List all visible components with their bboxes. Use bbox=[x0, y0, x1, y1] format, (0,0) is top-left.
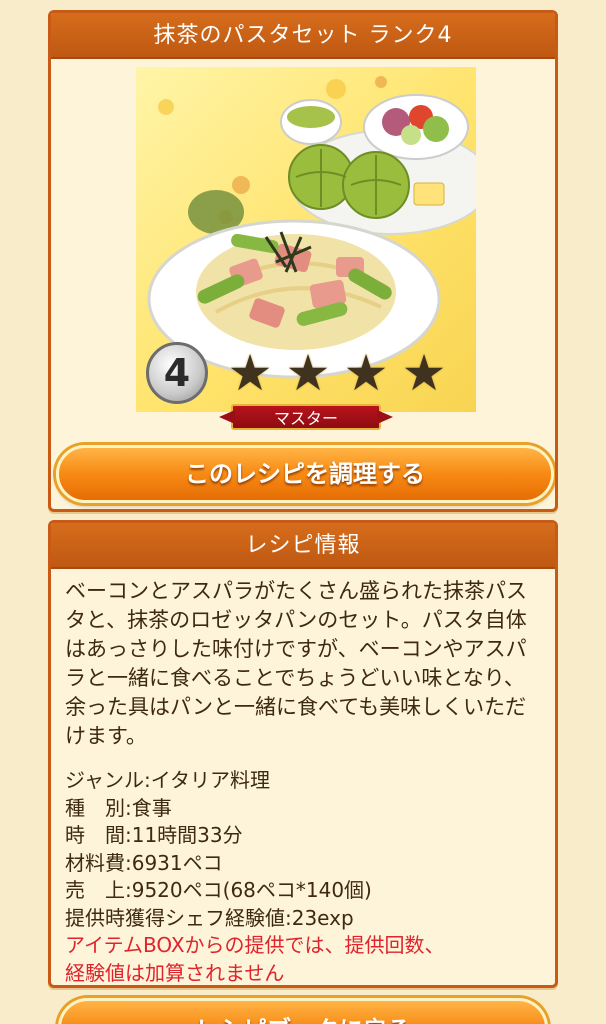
genre-row: ジャンル:イタリア料理 bbox=[65, 768, 270, 792]
back-to-recipe-book-button[interactable]: レシピブックに戻る bbox=[58, 998, 548, 1024]
star-icon: ★ bbox=[401, 344, 447, 402]
exp-row: 提供時獲得シェフ経験値:23exp bbox=[65, 905, 354, 930]
time-row: 時 間:11時間33分 bbox=[65, 823, 243, 847]
recipe-description: ベーコンとアスパラがたくさん盛られた抹茶パスタと、抹茶のロゼッタパンのセット。パ… bbox=[65, 579, 527, 748]
sales-row: 売 上:9520ペコ(68ペコ*140個) bbox=[65, 878, 372, 902]
mastery-ribbon: マスター bbox=[231, 404, 381, 430]
warning-text-line2: 経験値は加算されません bbox=[65, 960, 285, 985]
cook-recipe-button[interactable]: このレシピを調理する bbox=[56, 445, 554, 503]
star-icon: ★ bbox=[343, 344, 389, 402]
rank-badge: 4 bbox=[146, 342, 208, 404]
star-icon: ★ bbox=[285, 344, 331, 402]
recipe-details: ジャンル:イタリア料理 種 別:食事 時 間:11時間33分 材料費:6931ペ… bbox=[51, 751, 555, 985]
warning-text-line1: アイテムBOXからの提供では、提供回数、 bbox=[65, 933, 445, 957]
recipe-panel: 抹茶のパスタセット ランク4 4 ★ ★ ★ ★ マスター このレシピを調理する bbox=[48, 10, 558, 512]
recipe-title: 抹茶のパスタセット ランク4 bbox=[51, 13, 555, 59]
rank-stars: ★ ★ ★ ★ bbox=[226, 344, 448, 402]
recipe-info-panel: レシピ情報 ベーコンとアスパラがたくさん盛られた抹茶パスタと、抹茶のロゼッタパン… bbox=[48, 520, 558, 988]
star-icon: ★ bbox=[227, 344, 273, 402]
cost-row: 材料費:6931ペコ bbox=[65, 850, 223, 875]
recipe-info-title: レシピ情報 bbox=[51, 523, 555, 569]
type-row: 種 別:食事 bbox=[65, 795, 172, 820]
